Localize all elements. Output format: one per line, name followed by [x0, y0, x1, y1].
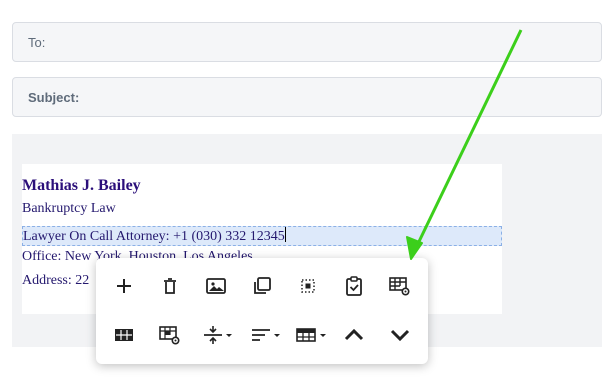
to-field[interactable]: To: — [12, 22, 602, 62]
vertical-spacing-icon — [204, 326, 232, 344]
table-insert-dropdown[interactable] — [290, 315, 334, 355]
paste-icon — [346, 276, 362, 296]
select-button[interactable] — [288, 266, 328, 306]
chevron-up-icon — [344, 328, 364, 341]
floating-toolbar — [96, 258, 428, 364]
signature-address: Address: 22 — [22, 273, 90, 288]
image-icon — [206, 278, 226, 294]
move-down-button[interactable] — [380, 315, 420, 355]
select-icon — [301, 279, 315, 293]
paste-button[interactable] — [334, 266, 374, 306]
signature-title: Bankruptcy Law — [22, 201, 116, 216]
copy-button[interactable] — [242, 266, 282, 306]
align-icon — [252, 329, 280, 341]
table-settings-button[interactable] — [380, 266, 420, 306]
signature-name: Mathias J. Bailey — [22, 177, 141, 194]
align-dropdown[interactable] — [244, 315, 288, 355]
table-icon — [115, 329, 133, 341]
to-label: To: — [28, 34, 46, 50]
table-insert-icon — [296, 328, 326, 342]
chevron-down-icon — [390, 329, 410, 342]
signature-selected-line[interactable]: Lawyer On Call Attorney: +1 (030) 332 12… — [22, 226, 502, 246]
cell-settings-button[interactable] — [150, 315, 190, 355]
copy-icon — [254, 277, 271, 294]
add-button[interactable] — [104, 266, 144, 306]
vertical-spacing-dropdown[interactable] — [196, 315, 240, 355]
text-caret — [284, 227, 286, 242]
move-up-button[interactable] — [334, 315, 374, 355]
image-button[interactable] — [196, 266, 236, 306]
signature-phone: Lawyer On Call Attorney: +1 (030) 332 12… — [23, 229, 285, 244]
table-settings-icon — [389, 277, 410, 296]
delete-button[interactable] — [150, 266, 190, 306]
add-icon — [117, 279, 131, 293]
subject-label: Subject: — [28, 89, 80, 105]
table-button[interactable] — [104, 315, 144, 355]
delete-icon — [164, 278, 176, 294]
subject-field[interactable]: Subject: — [12, 77, 602, 117]
cell-settings-icon — [159, 326, 180, 345]
